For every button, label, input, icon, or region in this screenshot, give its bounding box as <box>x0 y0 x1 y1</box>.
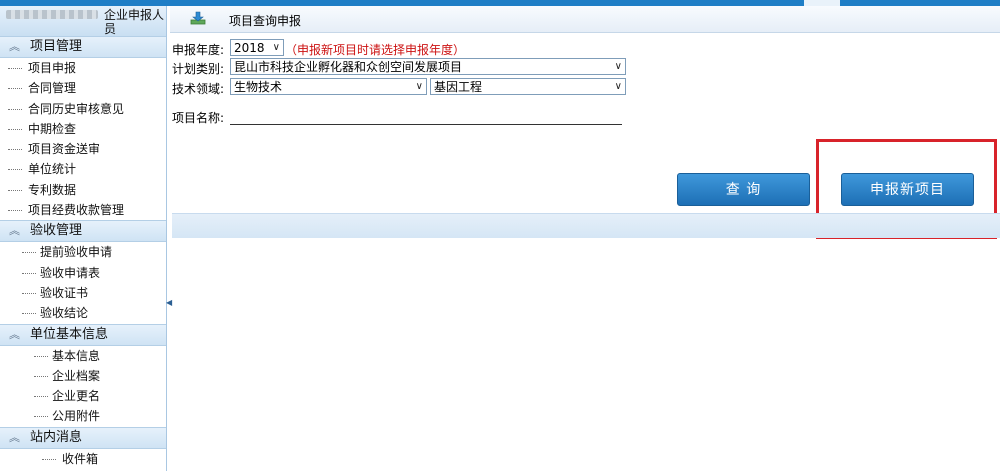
field-select[interactable]: 生物技术 ∨ <box>230 78 427 95</box>
sidebar-item-contract[interactable]: 合同管理 <box>0 78 166 98</box>
sidebar-item-unit-stats[interactable]: 单位统计 <box>0 159 166 179</box>
page-title: 项目查询申报 <box>229 14 302 28</box>
plan-select[interactable]: 昆山市科技企业孵化器和众创空间发展项目 ∨ <box>230 58 626 75</box>
blurred-company-name <box>6 10 98 19</box>
chevron-up-icon: ︽ <box>9 40 20 53</box>
sidebar-item-fund-review[interactable]: 项目资金送审 <box>0 139 166 159</box>
group-messages[interactable]: ︽ 站内消息 <box>0 426 166 449</box>
user-panel: 企业申报人员 <box>0 6 166 36</box>
sidebar-item-fund-receipt[interactable]: 项目经费收款管理 <box>0 200 166 220</box>
project-name-input[interactable] <box>230 110 622 125</box>
chevron-up-icon: ︽ <box>9 327 20 341</box>
year-label: 申报年度: <box>172 43 225 57</box>
main-header: 项目查询申报 <box>170 6 1000 33</box>
chevron-down-icon: ∨ <box>415 81 423 92</box>
subfield-select[interactable]: 基因工程 ∨ <box>430 78 626 95</box>
name-label: 项目名称: <box>172 111 225 125</box>
sidebar-item-contract-history[interactable]: 合同历史审核意见 <box>0 99 166 119</box>
chevron-up-icon: ︽ <box>9 224 20 238</box>
chevron-down-icon: ∨ <box>272 42 280 53</box>
plan-label: 计划类别: <box>172 62 225 76</box>
chevron-down-icon: ∨ <box>614 61 622 72</box>
sidebar-item-early-acceptance[interactable]: 提前验收申请 <box>0 242 166 262</box>
collapse-arrow-icon[interactable]: ◀ <box>166 298 172 308</box>
user-role: 企业申报人员 <box>104 8 165 36</box>
sidebar-item-midterm-check[interactable]: 中期检查 <box>0 119 166 139</box>
sidebar-item-company-archive[interactable]: 企业档案 <box>0 366 166 386</box>
sidebar-item-basic-info[interactable]: 基本信息 <box>0 346 166 366</box>
group-acceptance[interactable]: ︽ 验收管理 <box>0 220 166 243</box>
chevron-up-icon: ︽ <box>9 430 20 444</box>
sidebar-item-attachments[interactable]: 公用附件 <box>0 406 166 426</box>
sidebar-item-patent-data[interactable]: 专利数据 <box>0 180 166 200</box>
sidebar-item-project-apply[interactable]: 项目申报 <box>0 58 166 78</box>
sidebar-item-acceptance-result[interactable]: 验收结论 <box>0 303 166 323</box>
sidebar-item-inbox[interactable]: 收件箱 <box>0 449 166 469</box>
query-button[interactable]: 查 询 <box>677 173 810 206</box>
sidebar: 企业申报人员 ︽ 项目管理 项目申报 合同管理 合同历史审核意见 中期检查 项目… <box>0 6 167 471</box>
year-select[interactable]: 2018 ∨ <box>230 39 284 56</box>
sidebar-item-acceptance-cert[interactable]: 验收证书 <box>0 283 166 303</box>
result-header-bar <box>172 213 1000 238</box>
group-project-management[interactable]: ︽ 项目管理 <box>0 36 166 58</box>
chevron-down-icon: ∨ <box>614 81 622 92</box>
year-hint: （申报新项目时请选择申报年度） <box>285 43 466 57</box>
sidebar-item-rename[interactable]: 企业更名 <box>0 386 166 406</box>
group-unit-info[interactable]: ︽ 单位基本信息 <box>0 323 166 346</box>
sidebar-item-acceptance-form[interactable]: 验收申请表 <box>0 263 166 283</box>
field-label: 技术领域: <box>172 82 225 96</box>
download-icon <box>190 11 206 25</box>
